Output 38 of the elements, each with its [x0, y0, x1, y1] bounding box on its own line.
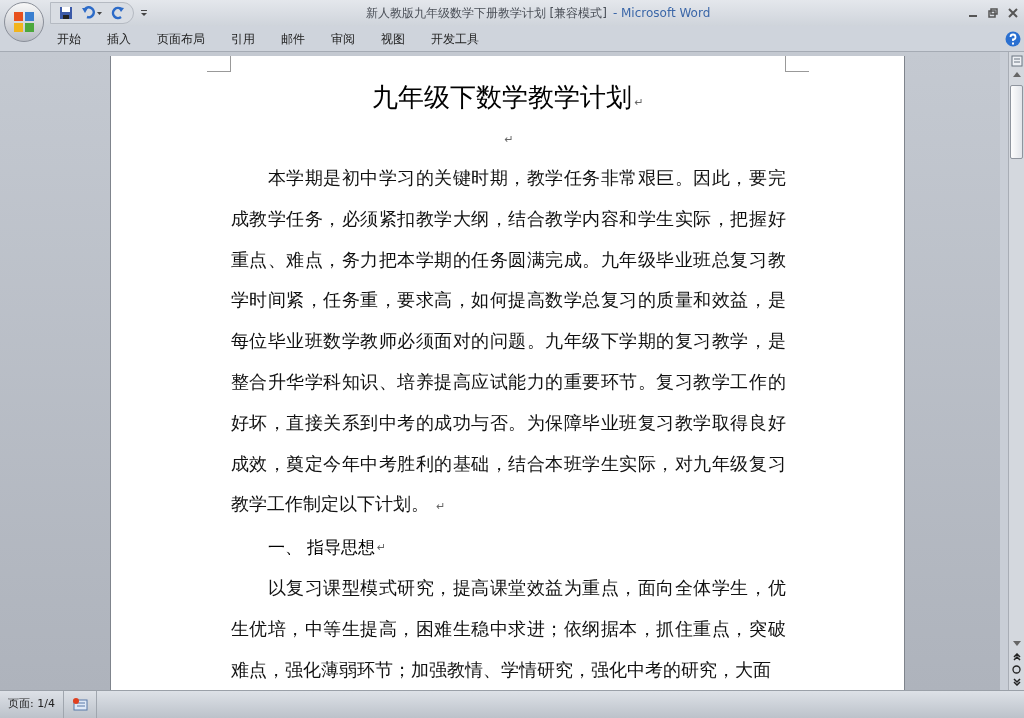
- scroll-up-icon[interactable]: [1011, 71, 1022, 77]
- restore-icon[interactable]: [988, 8, 998, 18]
- previous-page-icon[interactable]: [1012, 653, 1021, 661]
- section-heading: 一、 指导思想: [267, 536, 375, 560]
- save-icon[interactable]: [59, 6, 73, 20]
- customize-toolbar-icon[interactable]: [140, 9, 148, 17]
- ribbon-tab[interactable]: 页面布局: [144, 27, 218, 50]
- paragraph-mark: ↵: [504, 131, 514, 148]
- ribbon-tab[interactable]: 审阅: [318, 27, 368, 50]
- help-icon[interactable]: [1005, 30, 1021, 47]
- ribbon-tab[interactable]: 插入: [94, 27, 144, 50]
- browse-object-icon[interactable]: [1012, 665, 1021, 674]
- ribbon-tab[interactable]: 邮件: [268, 27, 318, 50]
- ribbon-tab[interactable]: 引用: [218, 27, 268, 50]
- next-page-icon[interactable]: [1012, 678, 1021, 686]
- body-paragraph: 本学期是初中学习的关键时期，教学任务非常艰巨。因此，要完成教学任务，必须紧扣教学大纲，结合教学内容和学生实际，把握好重点、难点，务力把本学期的任务圆满完成。九年级毕业班总复习教学时间紧，任务重，要求高，如何提高数学总复习的质量和效益，是每位毕业班数学教师必须面对的问题。九年级下学期的复习教学，是整合升华学科知识、培养提高应试能力的重要环节。复习教学工作的好坏，直接关系到中考的成功与否。为保障毕业班复习教学取得良好成效，奠定今年中考胜利的基础，结合本班学生实际，对九年级复习教学工作制定以下计划。 ↵: [230, 166, 786, 517]
- ruler-toggle-icon[interactable]: [1010, 55, 1023, 67]
- body-paragraph: 以复习课型模式研究，提高课堂效益为重点，面向全体学生，优生优培，中等生提高，困难生稳中求进；依纲据本，抓住重点，突破难点，强化薄弱环节；加强教情、学情研究，强化中考的研究，大面: [230, 576, 786, 682]
- ribbon-tab[interactable]: 视图: [368, 27, 418, 50]
- scroll-down-icon[interactable]: [1011, 641, 1022, 647]
- ribbon-tab[interactable]: 开始: [44, 27, 94, 50]
- paragraph-mark: ↵: [376, 539, 387, 556]
- macro-record-icon[interactable]: [71, 698, 88, 711]
- undo-icon[interactable]: [81, 6, 103, 20]
- scrollbar-thumb[interactable]: [1010, 85, 1023, 159]
- app-name: - Microsoft Word: [612, 5, 711, 22]
- redo-icon[interactable]: [111, 6, 125, 20]
- office-logo-icon: [13, 11, 35, 33]
- ribbon-tab[interactable]: 开发工具: [418, 27, 492, 50]
- page-count[interactable]: 页面: 1/4: [0, 691, 64, 718]
- close-icon[interactable]: [1008, 8, 1018, 18]
- window-title: 新人教版九年级数学下册教学计划 [兼容模式]: [365, 5, 607, 22]
- margin-corner-mark: [784, 56, 809, 72]
- office-button[interactable]: [4, 2, 44, 42]
- paragraph-mark: ↵: [634, 95, 644, 111]
- document-title: 九年级下数学教学计划: [372, 81, 633, 114]
- paragraph-mark: ↵: [436, 500, 446, 514]
- margin-corner-mark: [206, 56, 231, 72]
